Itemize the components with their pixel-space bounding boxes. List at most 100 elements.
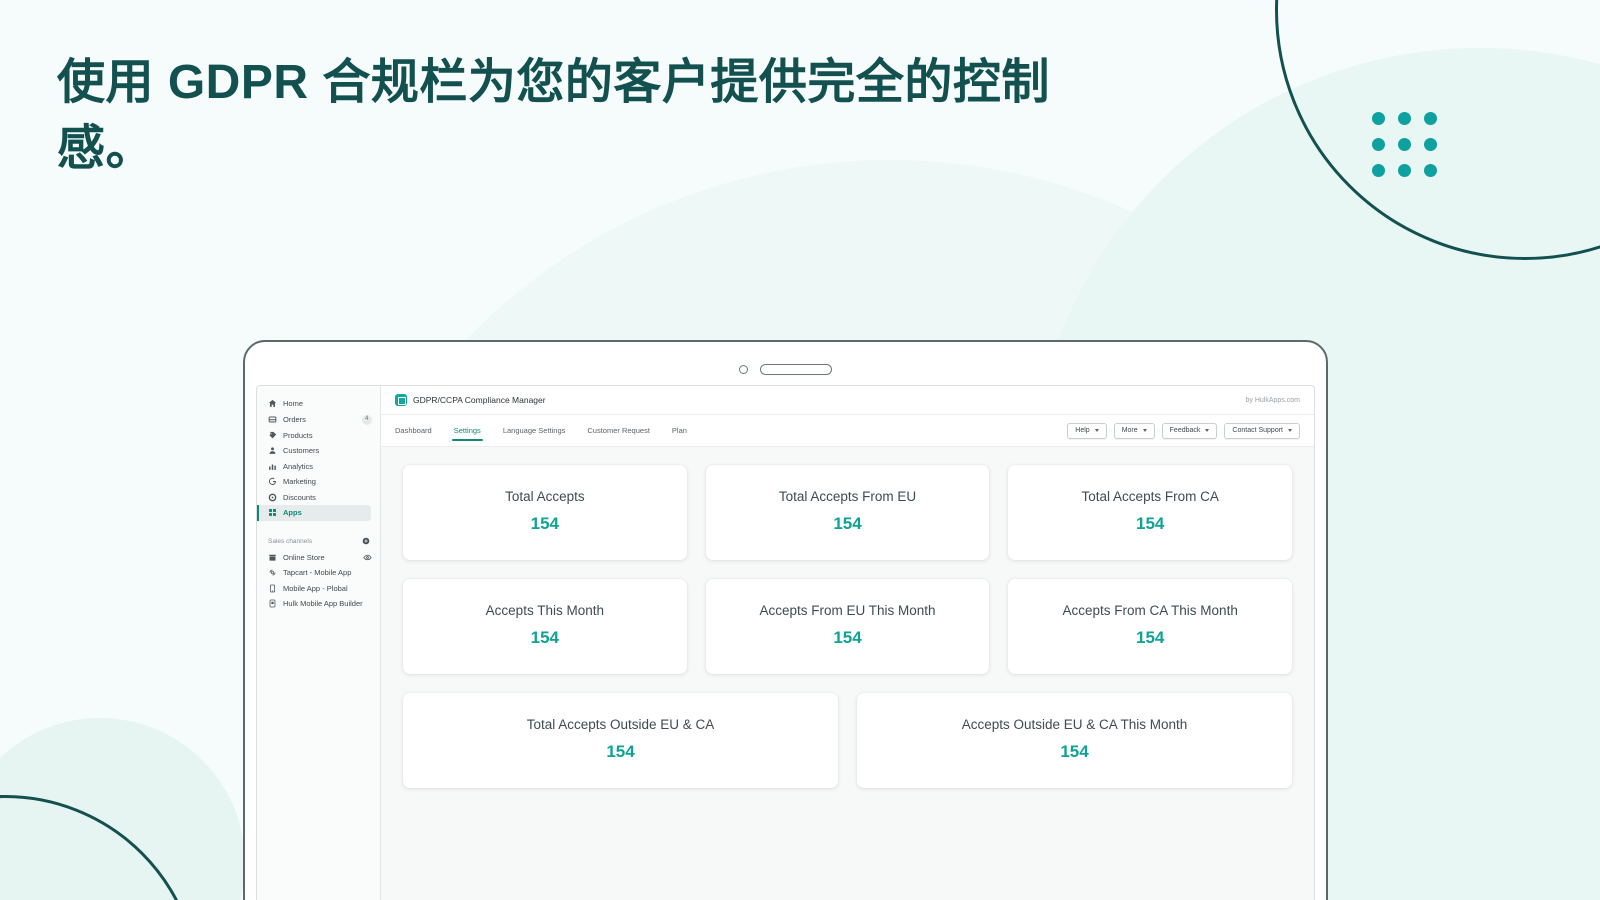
stat-card-value: 154 — [606, 742, 635, 762]
stat-card-label: Accepts From EU This Month — [759, 602, 936, 618]
sidebar-item-orders[interactable]: Orders 4 — [257, 412, 380, 428]
contact-support-button[interactable]: Contact Support — [1224, 422, 1300, 439]
stat-card-accepts-outside-eu-ca-this-month[interactable]: Accepts Outside EU & CA This Month 154 — [857, 693, 1292, 788]
stat-card-row-2: Accepts This Month 154 Accepts From EU T… — [403, 579, 1293, 674]
dot-icon — [1398, 164, 1411, 177]
more-button[interactable]: More — [1113, 422, 1155, 439]
sidebar-item-discounts[interactable]: Discounts — [257, 490, 380, 506]
sidebar-item-label: Online Store — [283, 552, 325, 562]
stat-card-total-accepts-outside-eu-ca[interactable]: Total Accepts Outside EU & CA 154 — [403, 693, 838, 788]
dot-icon — [1372, 138, 1385, 151]
laptop-screen: Home Orders 4 Products Customers Analyti… — [256, 385, 1315, 900]
app-tabbar: Dashboard Settings Language Settings Cus… — [381, 415, 1314, 447]
store-icon — [268, 553, 277, 562]
tab-dashboard[interactable]: Dashboard — [395, 415, 443, 446]
sidebar-item-apps[interactable]: Apps — [257, 505, 371, 521]
dot-icon — [1424, 112, 1437, 125]
dot-icon — [1372, 164, 1385, 177]
apps-icon — [268, 508, 277, 517]
stat-card-label: Total Accepts From CA — [1081, 488, 1219, 504]
app-main: GDPR/CCPA Compliance Manager by HulkApps… — [381, 386, 1314, 900]
tab-list: Dashboard Settings Language Settings Cus… — [395, 415, 698, 446]
app-credit: by HulkApps.com — [1245, 396, 1300, 404]
dot-icon — [1398, 112, 1411, 125]
stat-card-total-accepts-from-eu[interactable]: Total Accepts From EU 154 — [705, 465, 990, 560]
stat-card-value: 154 — [1060, 742, 1089, 762]
products-icon — [268, 431, 277, 440]
shopify-sidebar: Home Orders 4 Products Customers Analyti… — [257, 386, 381, 900]
stat-card-value: 154 — [833, 628, 862, 648]
dot-icon — [1424, 138, 1437, 151]
tab-customer-request[interactable]: Customer Request — [576, 415, 661, 446]
tapcart-icon — [268, 568, 277, 577]
chevron-down-icon — [1205, 429, 1210, 432]
dashboard-content: Total Accepts 154 Total Accepts From EU … — [381, 447, 1314, 900]
customers-icon — [268, 446, 277, 455]
sidebar-item-label: Hulk Mobile App Builder — [283, 599, 363, 609]
sidebar-item-label: Products — [283, 430, 313, 440]
stat-card-accepts-from-ca-this-month[interactable]: Accepts From CA This Month 154 — [1008, 579, 1293, 674]
sidebar-item-tapcart-mobile-app[interactable]: Tapcart - Mobile App — [257, 565, 380, 581]
dot-grid-icon — [1372, 112, 1437, 177]
app-title: GDPR/CCPA Compliance Manager — [413, 395, 546, 405]
sales-channels-title: Sales channels — [268, 538, 313, 545]
stat-card-label: Total Accepts Outside EU & CA — [526, 716, 715, 732]
stat-card-label: Accepts From CA This Month — [1062, 602, 1238, 618]
tab-language-settings[interactable]: Language Settings — [492, 415, 577, 446]
stat-card-row-3: Total Accepts Outside EU & CA 154 Accept… — [403, 693, 1292, 788]
stat-card-label: Accepts Outside EU & CA This Month — [961, 716, 1188, 732]
sidebar-item-label: Home — [283, 399, 304, 409]
sidebar-item-mobile-app-plobal[interactable]: Mobile App - Plobal — [257, 581, 380, 597]
sidebar-item-label: Apps — [283, 508, 302, 518]
hulk-app-icon — [268, 599, 277, 608]
sidebar-item-label: Customers — [283, 446, 320, 456]
help-button-label: Help — [1075, 427, 1090, 434]
sidebar-item-online-store[interactable]: Online Store — [257, 550, 380, 566]
dot-icon — [1372, 112, 1385, 125]
sidebar-item-home[interactable]: Home — [257, 396, 380, 412]
sidebar-item-customers[interactable]: Customers — [257, 443, 380, 459]
orders-icon — [268, 415, 277, 424]
feedback-button[interactable]: Feedback — [1161, 422, 1218, 439]
sidebar-item-hulk-mobile-app-builder[interactable]: Hulk Mobile App Builder — [257, 596, 380, 612]
tab-plan[interactable]: Plan — [661, 415, 698, 446]
laptop-device-frame: Home Orders 4 Products Customers Analyti… — [243, 340, 1328, 900]
feedback-button-label: Feedback — [1169, 427, 1201, 434]
stat-card-label: Total Accepts From EU — [778, 488, 917, 504]
app-header: GDPR/CCPA Compliance Manager by HulkApps… — [381, 386, 1314, 415]
stat-card-value: 154 — [530, 514, 560, 534]
dot-icon — [1398, 138, 1411, 151]
sidebar-item-marketing[interactable]: Marketing — [257, 474, 380, 490]
stat-card-accepts-from-eu-this-month[interactable]: Accepts From EU This Month 154 — [705, 579, 990, 674]
stat-card-accepts-this-month[interactable]: Accepts This Month 154 — [403, 579, 687, 674]
chevron-down-icon — [1142, 429, 1147, 432]
stat-card-total-accepts[interactable]: Total Accepts 154 — [403, 465, 687, 560]
app-toolbar: Help More Feedback Contact Support — [1067, 422, 1300, 439]
sidebar-item-label: Tapcart - Mobile App — [283, 568, 352, 578]
stat-card-value: 154 — [530, 628, 560, 648]
help-button[interactable]: Help — [1067, 422, 1107, 439]
sidebar-item-label: Orders — [283, 415, 306, 424]
stat-card-total-accepts-from-ca[interactable]: Total Accepts From CA 154 — [1008, 465, 1293, 560]
sidebar-item-analytics[interactable]: Analytics — [257, 459, 380, 475]
page-title: 使用 GDPR 合规栏为您的客户提供完全的控制感。 — [57, 56, 1050, 176]
plus-circle-icon[interactable] — [362, 537, 370, 547]
stat-card-value: 154 — [1135, 628, 1165, 648]
tab-settings[interactable]: Settings — [443, 415, 492, 446]
page-root: 使用 GDPR 合规栏为您的客户提供完全的控制感。 Home Orders 4 … — [0, 0, 1600, 900]
laptop-speaker-icon — [760, 363, 832, 375]
ring-bottomleft-decoration — [0, 795, 200, 900]
chevron-down-icon — [1288, 429, 1292, 432]
chevron-down-icon — [1094, 429, 1099, 432]
contact-support-button-label: Contact Support — [1232, 427, 1283, 434]
sidebar-item-label: Analytics — [283, 461, 314, 471]
more-button-label: More — [1121, 427, 1138, 434]
gdpr-app-logo-icon — [395, 394, 407, 406]
orders-count-badge: 4 — [361, 414, 372, 425]
sales-channels-section-header: Sales channels — [257, 533, 380, 550]
laptop-camera-icon — [739, 364, 748, 374]
sidebar-item-products[interactable]: Products — [257, 428, 380, 444]
eye-icon[interactable] — [363, 553, 372, 562]
stat-card-row-1: Total Accepts 154 Total Accepts From EU … — [403, 465, 1293, 560]
